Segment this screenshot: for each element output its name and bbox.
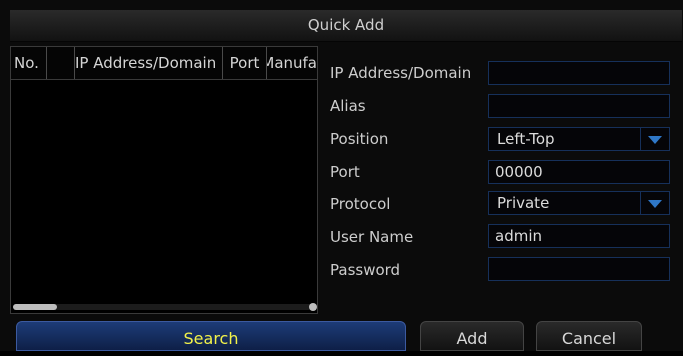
column-select[interactable] <box>47 47 75 79</box>
position-dropdown[interactable]: Left-Top <box>488 127 670 151</box>
position-value: Left-Top <box>497 130 555 148</box>
position-label: Position <box>330 130 389 148</box>
dialog-title: Quick Add <box>307 16 385 34</box>
horizontal-scrollbar[interactable] <box>13 303 317 311</box>
protocol-dropdown[interactable]: Private <box>488 191 670 215</box>
column-port[interactable]: Port <box>223 47 267 79</box>
password-input[interactable] <box>488 257 670 281</box>
add-button[interactable]: Add <box>420 321 524 351</box>
protocol-dropdown-button[interactable] <box>640 192 669 214</box>
scrollbar-thumb[interactable] <box>13 304 57 310</box>
port-input[interactable] <box>488 160 670 184</box>
column-manufacturer[interactable]: Manufa <box>267 47 317 79</box>
quick-add-dialog: Quick Add No. IP Address/Domain Port Man… <box>0 0 683 351</box>
scrollbar-end <box>309 303 317 311</box>
position-dropdown-button[interactable] <box>640 128 669 150</box>
device-list[interactable]: No. IP Address/Domain Port Manufa <box>10 46 318 314</box>
username-label: User Name <box>330 228 414 246</box>
column-no[interactable]: No. <box>11 47 47 79</box>
chevron-down-icon <box>648 200 662 208</box>
alias-label: Alias <box>330 97 366 115</box>
search-button[interactable]: Search <box>16 321 406 351</box>
password-label: Password <box>330 261 401 279</box>
protocol-label: Protocol <box>330 195 391 213</box>
port-label: Port <box>330 163 360 181</box>
list-header: No. IP Address/Domain Port Manufa <box>11 47 317 80</box>
ip-address-input[interactable] <box>488 61 670 85</box>
alias-input[interactable] <box>488 94 670 118</box>
ip-address-label: IP Address/Domain <box>330 64 472 82</box>
column-ip-address[interactable]: IP Address/Domain <box>75 47 223 79</box>
cancel-button[interactable]: Cancel <box>536 321 642 351</box>
chevron-down-icon <box>648 136 662 144</box>
title-bar: Quick Add <box>10 10 682 42</box>
protocol-value: Private <box>497 194 550 212</box>
username-input[interactable] <box>488 224 670 248</box>
